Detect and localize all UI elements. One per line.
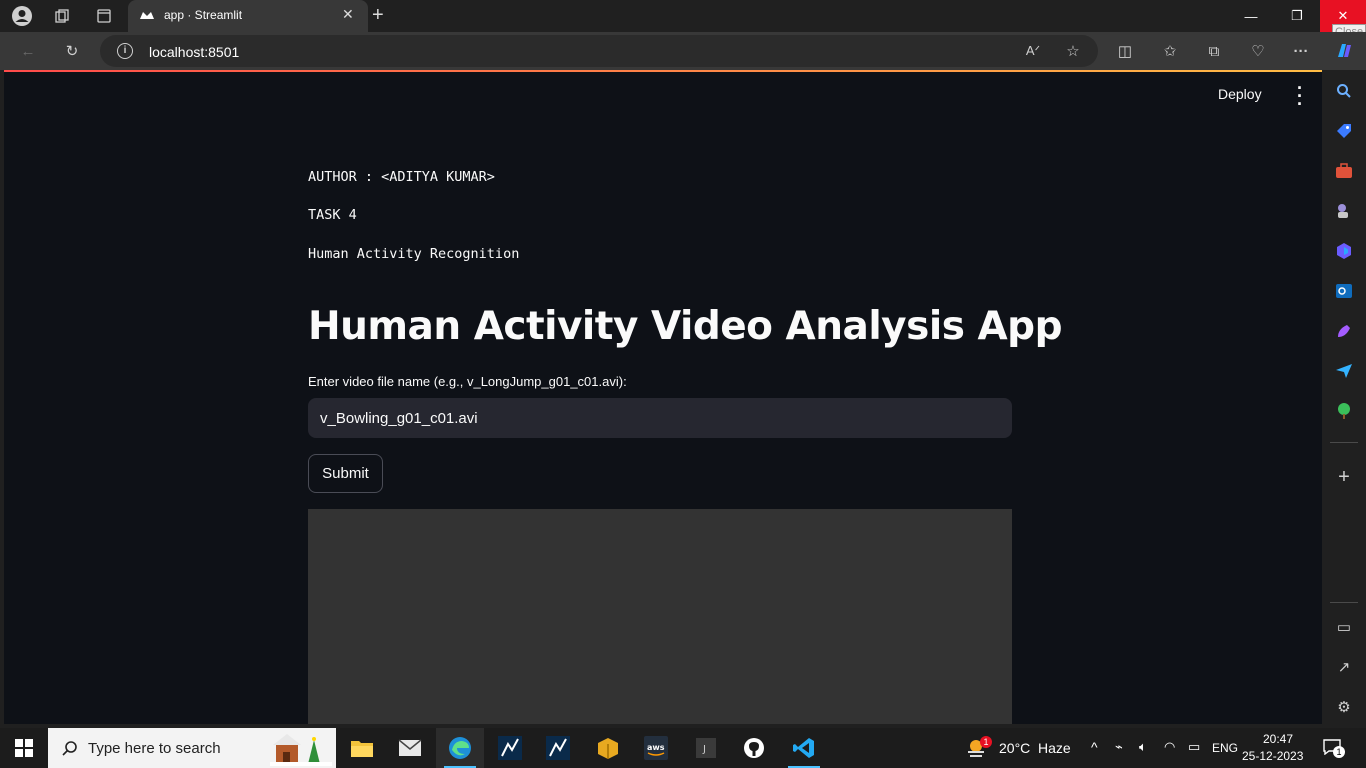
graph-app-icon[interactable]	[486, 728, 534, 768]
copilot-icon[interactable]	[1333, 40, 1355, 62]
weather-temp[interactable]: 20°C	[999, 740, 1030, 756]
edge-sidebar: + ▭ ↗ ⚙	[1322, 70, 1366, 728]
svg-text:J: J	[702, 744, 706, 755]
sidebar-divider	[1330, 442, 1358, 443]
page-title: Human Activity Video Analysis App	[308, 304, 1063, 349]
author-line: AUTHOR : <ADITYA KUMAR>	[308, 169, 495, 185]
taskbar-search-icon	[62, 741, 77, 756]
favorite-star-icon[interactable]: ☆	[1062, 40, 1084, 62]
windows-taskbar: Type here to search aws J 1 20°C Haze ^	[0, 728, 1366, 768]
svg-text:aws: aws	[647, 743, 665, 752]
taskbar-search-box[interactable]: Type here to search	[48, 728, 336, 768]
settings-more-icon[interactable]: ···	[1290, 40, 1312, 62]
deploy-button[interactable]: Deploy	[1218, 86, 1262, 102]
workspaces-icon[interactable]	[48, 4, 76, 28]
search-icon[interactable]	[1333, 80, 1355, 102]
site-info-icon[interactable]: i	[117, 43, 133, 59]
sidebar-settings-icon[interactable]: ⚙	[1333, 696, 1355, 718]
outlook-icon[interactable]	[1333, 280, 1355, 302]
url-text[interactable]: localhost:8501	[149, 44, 239, 60]
minimize-icon[interactable]: —	[1228, 0, 1274, 32]
weather-badge: 1	[980, 736, 992, 748]
notification-count: 1	[1333, 746, 1345, 758]
tools-icon[interactable]	[1333, 160, 1355, 182]
video-filename-input[interactable]	[308, 398, 1012, 438]
holiday-house-icon	[270, 734, 332, 766]
meet-now-icon[interactable]: ⌁	[1115, 739, 1123, 755]
mail-icon[interactable]	[386, 728, 434, 768]
taskbar-search-placeholder: Type here to search	[88, 740, 221, 757]
github-icon[interactable]	[730, 728, 778, 768]
language-indicator[interactable]: ENG	[1212, 741, 1238, 755]
volume-icon[interactable]: 🔈︎	[1139, 739, 1147, 755]
browser-tab-bar: app · Streamlit ✕ + — ❐ ✕ Close	[0, 0, 1366, 40]
tab-title: app · Streamlit	[164, 8, 243, 22]
send-icon[interactable]	[1333, 360, 1355, 382]
add-sidebar-app-icon[interactable]: +	[1333, 466, 1355, 488]
restore-icon[interactable]: ❐	[1274, 0, 1320, 32]
subtitle-line: Human Activity Recognition	[308, 246, 520, 262]
browser-toolbar: ← ↻ i localhost:8501 Aᐟ ☆ ◫ ✩ ⧉ ♡ ···	[0, 32, 1366, 70]
submit-button[interactable]: Submit	[308, 454, 383, 493]
tab-close-icon[interactable]: ✕	[342, 6, 354, 23]
tree-icon[interactable]	[1333, 400, 1355, 422]
back-icon[interactable]: ←	[17, 40, 39, 62]
vscode-icon[interactable]	[780, 728, 828, 768]
address-bar[interactable]: i localhost:8501 Aᐟ ☆	[100, 35, 1098, 67]
tray-expand-icon[interactable]: ^	[1091, 739, 1098, 755]
weather-icon[interactable]: 1	[966, 736, 992, 765]
video-input-label: Enter video file name (e.g., v_LongJump_…	[308, 374, 627, 389]
browser-essentials-icon[interactable]: ♡	[1247, 40, 1269, 62]
clock-time[interactable]: 20:47	[1263, 732, 1293, 746]
file-explorer-icon[interactable]	[338, 728, 386, 768]
edge-taskbar-icon[interactable]	[436, 728, 484, 768]
external-link-icon[interactable]: ↗	[1333, 656, 1355, 678]
video-player[interactable]	[308, 509, 1012, 724]
profile-icon[interactable]	[8, 4, 36, 28]
clock-date[interactable]: 25-12-2023	[1242, 749, 1303, 763]
games-icon[interactable]	[1333, 200, 1355, 222]
notifications-icon[interactable]: 1	[1323, 739, 1345, 758]
collections-icon[interactable]: ⧉	[1203, 40, 1225, 62]
active-tab[interactable]: app · Streamlit ✕	[128, 0, 368, 32]
aws-icon[interactable]: aws	[632, 728, 680, 768]
streamlit-favicon-icon	[140, 12, 154, 19]
streamlit-app: Deploy · · · AUTHOR : <ADITYA KUMAR> TASK …	[4, 72, 1322, 724]
shopping-tag-icon[interactable]	[1333, 120, 1355, 142]
favorites-icon[interactable]: ✩	[1159, 40, 1181, 62]
read-aloud-icon[interactable]: Aᐟ	[1022, 40, 1044, 62]
windows-start-icon[interactable]	[0, 728, 48, 768]
refresh-icon[interactable]: ↻	[61, 40, 83, 62]
weather-desc[interactable]: Haze	[1038, 740, 1071, 756]
split-screen-icon[interactable]: ◫	[1114, 40, 1136, 62]
network-icon[interactable]: ◠	[1164, 739, 1175, 755]
main-menu-icon[interactable]: · · ·	[1290, 79, 1310, 113]
sidebar-divider	[1330, 602, 1358, 603]
hide-sidebar-icon[interactable]: ▭	[1333, 616, 1355, 638]
task-line: TASK 4	[308, 207, 357, 223]
new-tab-icon[interactable]: +	[372, 4, 384, 27]
designer-icon[interactable]	[1333, 320, 1355, 342]
battery-icon[interactable]: ▭	[1188, 739, 1200, 755]
microsoft-365-icon[interactable]	[1333, 240, 1355, 262]
package-icon[interactable]	[584, 728, 632, 768]
jupyter-icon[interactable]: J	[682, 728, 730, 768]
graph-app-2-icon[interactable]	[534, 728, 582, 768]
tab-actions-icon[interactable]	[90, 4, 118, 28]
